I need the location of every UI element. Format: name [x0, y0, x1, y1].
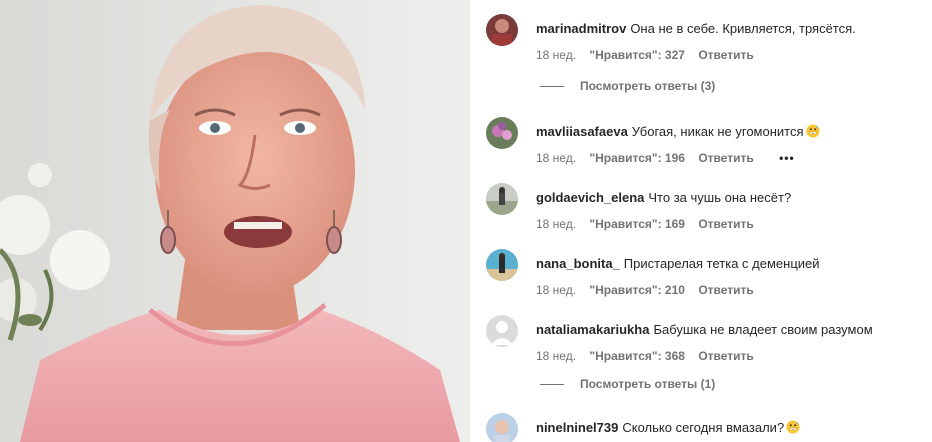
comments-panel: marinadmitrov Она не в себе. Кривляется, … [470, 0, 932, 442]
comment-meta: 18 нед. "Нравится": 169 Ответить [536, 217, 764, 231]
view-replies-label: Посмотреть ответы (3) [580, 79, 716, 93]
comment-username[interactable]: nataliamakariukha [536, 322, 649, 337]
view-replies-label: Посмотреть ответы (1) [580, 377, 716, 391]
comment-text: Сколько сегодня вмазали? [622, 420, 785, 435]
comment-username[interactable]: marinadmitrov [536, 21, 626, 36]
comment-text: Что за чушь она несёт? [648, 190, 792, 205]
video-frame[interactable] [0, 0, 470, 442]
reply-button[interactable]: Ответить [698, 48, 753, 62]
avatar[interactable] [486, 249, 518, 281]
comment-line: goldaevich_elena Что за чушь она несёт? [536, 189, 791, 207]
comment-text: Пристарелая тетка с деменцией [623, 256, 820, 271]
comment-meta: 18 нед. "Нравится": 368 Ответить [536, 349, 764, 363]
comment-age: 18 нед. [536, 48, 577, 62]
comment-username[interactable]: goldaevich_elena [536, 190, 644, 205]
comment-age: 18 нед. [536, 349, 577, 363]
comment-line: nana_bonita_ Пристарелая тетка с деменцие… [536, 255, 820, 273]
comment-line: ninelninel739 Сколько сегодня вмазали? [536, 419, 800, 437]
comment-age: 18 нед. [536, 151, 577, 165]
comment-likes[interactable]: "Нравится": 368 [589, 349, 685, 363]
avatar[interactable] [486, 117, 518, 149]
comment-text: Убогая, никак не угомонится [631, 124, 804, 139]
comment-line: nataliamakariukha Бабушка не владеет свои… [536, 321, 873, 339]
comment-meta: 18 нед. "Нравится": 327 Ответить [536, 48, 764, 62]
divider [540, 383, 564, 385]
comment-line: marinadmitrov Она не в себе. Кривляется, … [536, 20, 856, 38]
avatar[interactable] [486, 183, 518, 215]
divider [540, 85, 564, 87]
comment-line: mavliiasafaeva Убогая, никак не угомонитс… [536, 123, 820, 141]
reply-button[interactable]: Ответить [698, 217, 753, 231]
view-replies-button[interactable]: Посмотреть ответы (1) [540, 377, 840, 391]
grinning-sweat-emoji-icon [786, 420, 800, 434]
comment-text: Она не в себе. Кривляется, трясётся. [630, 21, 856, 36]
comment-age: 18 нед. [536, 283, 577, 297]
comment-meta: 18 нед. "Нравится": 210 Ответить [536, 283, 764, 297]
reply-button[interactable]: Ответить [698, 151, 753, 165]
comment-text: Бабушка не владеет своим разумом [653, 322, 873, 337]
reply-button[interactable]: Ответить [698, 283, 753, 297]
comment-likes[interactable]: "Нравится": 196 [589, 151, 685, 165]
comment-username[interactable]: ninelninel739 [536, 420, 618, 435]
grinning-sweat-emoji-icon [805, 124, 820, 138]
comment-meta: 18 нед. "Нравится": 196 Ответить ••• [536, 151, 805, 165]
comment-username[interactable]: nana_bonita_ [536, 256, 620, 271]
view-replies-button[interactable]: Посмотреть ответы (3) [540, 79, 840, 93]
comment-age: 18 нед. [536, 217, 577, 231]
avatar[interactable] [486, 413, 518, 442]
comment-likes[interactable]: "Нравится": 169 [589, 217, 685, 231]
more-options-icon[interactable]: ••• [779, 151, 795, 165]
comment-likes[interactable]: "Нравится": 210 [589, 283, 685, 297]
comment-likes[interactable]: "Нравится": 327 [589, 48, 685, 62]
video-image [0, 0, 470, 442]
comment-username[interactable]: mavliiasafaeva [536, 124, 628, 139]
reply-button[interactable]: Ответить [698, 349, 753, 363]
avatar[interactable] [486, 14, 518, 46]
avatar[interactable] [486, 315, 518, 347]
